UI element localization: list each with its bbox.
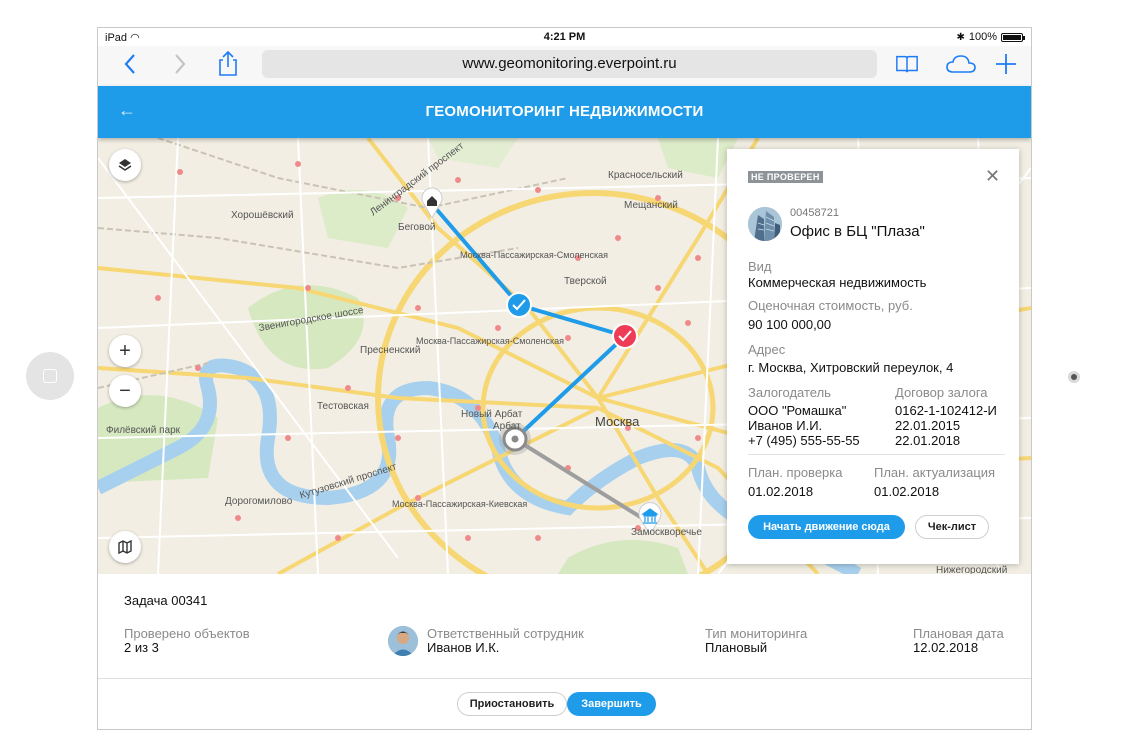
finish-button[interactable]: Завершить [567, 692, 656, 716]
bluetooth-icon: ✱ [956, 31, 965, 43]
task-title: Задача 00341 [124, 593, 208, 608]
plus-icon: + [119, 339, 131, 362]
map-label-mps-1: Москва-Пассажирская-Смоленская [460, 250, 609, 260]
map-label-moskva: Москва [595, 414, 640, 429]
checked-objects-value: 2 из 3 [124, 640, 159, 655]
contract-label: Договор залога [895, 385, 988, 400]
problem-point-marker[interactable] [612, 323, 638, 349]
status-right: ✱ 100% [956, 31, 1025, 43]
card-divider [748, 454, 1005, 455]
map-label-tverskoy: Тверской [564, 276, 607, 287]
employee-value: Иванов И.К. [427, 640, 500, 655]
map-label-meshchansky: Мещанский [624, 200, 678, 211]
status-badge: НЕ ПРОВЕРЕН [748, 171, 823, 183]
checked-point-marker[interactable] [506, 292, 532, 318]
plan-date-value: 12.02.2018 [913, 640, 979, 655]
pledger-person: Иванов И.И. [748, 418, 823, 433]
map-label-begovoy: Беговой [398, 222, 436, 233]
start-route-button[interactable]: Начать движение сюда [748, 515, 905, 539]
map-icon [118, 539, 132, 555]
map-type-button[interactable] [109, 531, 141, 563]
cost-value: 90 100 000,00 [748, 317, 832, 332]
minus-icon: − [119, 379, 131, 402]
contract-date-1: 22.01.2015 [895, 418, 961, 433]
map-label-mps-2: Москва-Пассажирская-Смоленская [416, 336, 565, 346]
type-label: Вид [748, 259, 772, 274]
cloud-icon[interactable] [944, 52, 978, 76]
cost-label: Оценочная стоимость, руб. [748, 298, 913, 313]
zoom-out-button[interactable]: − [109, 375, 141, 407]
object-id: 00458721 [790, 207, 839, 219]
object-name: Офис в БЦ "Плаза" [790, 223, 925, 240]
pledger-label: Залогодатель [748, 385, 831, 400]
map-label-testovskaya: Тестовская [317, 401, 369, 412]
status-time: 4:21 PM [543, 31, 586, 43]
chevron-left-icon[interactable] [118, 52, 142, 76]
map-label-arbat: Арбат [493, 421, 521, 432]
checklist-button[interactable]: Чек-лист [915, 515, 989, 539]
front-camera [1068, 371, 1080, 383]
plan-update-value: 01.02.2018 [874, 484, 940, 499]
battery-percent: 100% [968, 31, 997, 43]
object-info-card: НЕ ПРОВЕРЕН ✕ 00458721 Офис в БЦ "Плаза"… [727, 149, 1019, 564]
pledger-company: ООО "Ромашка" [748, 403, 847, 418]
url-bar[interactable]: www.geomonitoring.everpoint.ru [262, 50, 877, 78]
checked-objects-label: Проверено объектов [124, 626, 250, 641]
type-value: Коммерческая недвижимость [748, 275, 927, 290]
chevron-right-icon[interactable] [168, 52, 192, 76]
ipad-screen: iPad ◠ 4:21 PM ✱ 100% www.geomonitoring.… [97, 27, 1032, 730]
plan-check-label: План. проверка [748, 465, 843, 480]
building-icon [748, 207, 782, 241]
browser-toolbar: www.geomonitoring.everpoint.ru [98, 46, 1031, 86]
footer-divider [98, 678, 1031, 679]
page-title: ГЕОМОНИТОРИНГ НЕДВИЖИМОСТИ [425, 103, 704, 120]
map-label-khoroshevsky: Хорошёвский [231, 210, 294, 221]
share-icon[interactable] [216, 51, 240, 76]
map-label-krasnoselsky: Красносельский [608, 170, 683, 181]
map-label-nizhegorodsky: Нижегородский [936, 565, 1008, 574]
map-label-dorogomilovo: Дорогомилово [225, 496, 293, 507]
contract-date-2: 22.01.2018 [895, 433, 961, 448]
pause-button[interactable]: Приостановить [457, 692, 567, 716]
pledger-phone: +7 (495) 555-55-55 [748, 433, 860, 448]
app-header: ← ГЕОМОНИТОРИНГ НЕДВИЖИМОСТИ [98, 86, 1031, 138]
zoom-in-button[interactable]: + [109, 335, 141, 367]
map-label-presnensky: Пресненский [360, 345, 421, 356]
monitoring-type-label: Тип мониторинга [705, 626, 808, 641]
plus-icon[interactable] [994, 52, 1018, 76]
plan-date-label: Плановая дата [913, 626, 1004, 641]
battery-icon [1001, 32, 1025, 42]
plan-update-label: План. актуализация [874, 465, 996, 480]
monitoring-type-value: Плановый [705, 640, 768, 655]
address-value: г. Москва, Хитровский переулок, 4 [748, 360, 954, 375]
map-label-filevsky-park: Филёвский парк [106, 425, 181, 436]
home-button[interactable] [26, 352, 74, 400]
avatar [388, 626, 418, 656]
address-label: Адрес [748, 342, 786, 357]
map-label-zamoskvorechye: Замоскворечье [631, 527, 702, 538]
book-icon[interactable] [895, 52, 919, 76]
employee-label: Ответственный сотрудник [427, 626, 584, 641]
close-icon[interactable]: ✕ [985, 166, 1000, 187]
map-label-mpk: Москва-Пассажирская-Киевская [392, 499, 528, 509]
contract-number: 0162-1-102412-И [895, 403, 997, 418]
layers-icon [118, 159, 132, 171]
layers-button[interactable] [109, 149, 141, 181]
map-label-novy-arbat: Новый Арбат [461, 409, 523, 420]
status-bar: iPad ◠ 4:21 PM ✱ 100% [98, 28, 1031, 46]
plan-check-value: 01.02.2018 [748, 484, 814, 499]
